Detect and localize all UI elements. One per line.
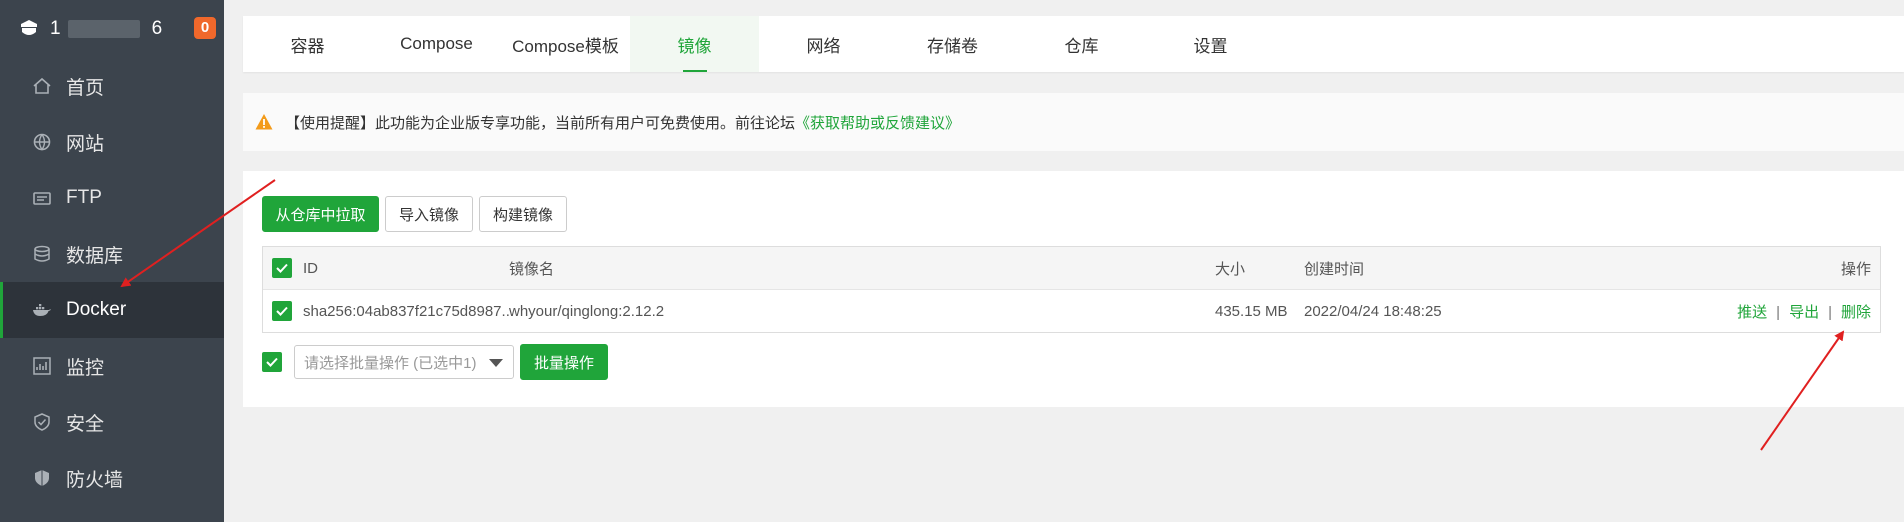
image-created: 2022/04/24 18:48:25 xyxy=(1304,302,1442,320)
tab-volumes[interactable]: 存储卷 xyxy=(888,16,1017,72)
pull-from-registry-button[interactable]: 从仓库中拉取 xyxy=(262,196,379,232)
header-image-name: 镜像名 xyxy=(509,260,555,278)
batch-select-placeholder: 请选择批量操作 (已选中1) xyxy=(304,354,477,372)
delete-link[interactable]: 删除 xyxy=(1841,304,1871,321)
docker-icon xyxy=(32,300,52,320)
header-size: 大小 xyxy=(1215,260,1246,278)
sidebar-item-security[interactable]: 安全 xyxy=(0,394,224,450)
row-actions: 推送 | 导出 | 删除 xyxy=(1737,301,1871,322)
sidebar-item-firewall[interactable]: 防火墙 xyxy=(0,450,224,506)
image-name: whyour/qinglong:2.12.2 xyxy=(509,302,665,320)
batch-select-checkbox[interactable] xyxy=(262,352,282,372)
home-icon xyxy=(32,76,52,96)
sidebar-item-label: 防火墙 xyxy=(66,469,124,491)
push-link[interactable]: 推送 xyxy=(1737,304,1767,321)
database-icon xyxy=(32,244,52,264)
tab-compose-templates[interactable]: Compose模板 xyxy=(501,16,630,72)
sidebar-item-monitor[interactable]: 监控 xyxy=(0,338,224,394)
batch-bar: 请选择批量操作 (已选中1) 批量操作 xyxy=(262,344,608,380)
image-id: sha256:04ab837f21c75d8987... xyxy=(303,302,515,320)
separator: | xyxy=(1828,303,1832,321)
tab-networks[interactable]: 网络 xyxy=(759,16,888,72)
tab-registry[interactable]: 仓库 xyxy=(1017,16,1146,72)
sidebar-item-label: Docker xyxy=(66,299,127,320)
sidebar-item-label: 安全 xyxy=(66,413,105,435)
firewall-icon xyxy=(32,468,52,488)
sidebar: 1 6 0 首页 网站 FTP 数据库 Docker 监控 安全 防火墙 xyxy=(0,0,224,522)
import-image-button[interactable]: 导入镜像 xyxy=(385,196,473,232)
row-checkbox[interactable] xyxy=(272,301,292,321)
server-ip-prefix: 1 xyxy=(50,18,62,39)
check-icon xyxy=(266,357,278,367)
header-id: ID xyxy=(303,259,318,277)
shield-icon xyxy=(32,412,52,432)
server-header: 1 6 0 xyxy=(0,0,224,58)
chevron-down-icon xyxy=(489,359,503,367)
server-ip: 1 6 xyxy=(50,18,163,40)
tab-settings[interactable]: 设置 xyxy=(1146,16,1275,72)
build-image-button[interactable]: 构建镜像 xyxy=(479,196,567,232)
check-icon xyxy=(276,306,288,316)
ftp-icon xyxy=(32,188,52,208)
sidebar-item-ftp[interactable]: FTP xyxy=(0,170,224,226)
image-size: 435.15 MB xyxy=(1215,302,1288,320)
table-row: sha256:04ab837f21c75d8987... whyour/qing… xyxy=(263,290,1880,332)
export-link[interactable]: 导出 xyxy=(1789,304,1819,321)
panel-logo-icon xyxy=(18,18,40,40)
tab-compose[interactable]: Compose xyxy=(372,16,501,72)
docker-tabs: 容器 Compose Compose模板 镜像 网络 存储卷 仓库 设置 xyxy=(243,16,1904,72)
sidebar-item-docker[interactable]: Docker xyxy=(0,282,224,338)
images-panel: 从仓库中拉取 导入镜像 构建镜像 ID 镜像名 大小 创建时间 操作 sha25… xyxy=(243,171,1904,407)
sidebar-item-label: 首页 xyxy=(66,77,105,99)
images-table: ID 镜像名 大小 创建时间 操作 sha256:04ab837f21c75d8… xyxy=(262,246,1881,333)
sidebar-item-website[interactable]: 网站 xyxy=(0,114,224,170)
tab-images[interactable]: 镜像 xyxy=(630,16,759,72)
separator: | xyxy=(1776,303,1781,321)
sidebar-item-label: 数据库 xyxy=(66,245,124,267)
sidebar-item-home[interactable]: 首页 xyxy=(0,58,224,114)
batch-action-select[interactable]: 请选择批量操作 (已选中1) xyxy=(294,345,514,379)
select-all-checkbox[interactable] xyxy=(272,258,292,278)
header-created: 创建时间 xyxy=(1304,260,1365,278)
globe-icon xyxy=(32,132,52,152)
sidebar-item-database[interactable]: 数据库 xyxy=(0,226,224,282)
tab-containers[interactable]: 容器 xyxy=(243,16,372,72)
help-feedback-link[interactable]: 《获取帮助或反馈建议》 xyxy=(795,112,960,133)
check-icon xyxy=(276,263,288,273)
redacted-ip xyxy=(67,20,140,38)
notice-text: 【使用提醒】此功能为企业版专享功能，当前所有用户可免费使用。前往论坛 xyxy=(285,114,796,132)
sidebar-menu: 首页 网站 FTP 数据库 Docker 监控 安全 防火墙 xyxy=(0,58,224,506)
sidebar-item-label: 网站 xyxy=(66,133,105,155)
warning-icon xyxy=(255,113,273,131)
message-badge[interactable]: 0 xyxy=(194,17,216,39)
table-header: ID 镜像名 大小 创建时间 操作 xyxy=(263,247,1880,290)
header-actions: 操作 xyxy=(1840,260,1871,278)
server-ip-suffix: 6 xyxy=(151,18,164,39)
usage-notice: 【使用提醒】此功能为企业版专享功能，当前所有用户可免费使用。前往论坛 《获取帮助… xyxy=(243,93,1904,151)
sidebar-item-label: 监控 xyxy=(66,357,105,379)
monitor-icon xyxy=(32,356,52,376)
batch-operate-button[interactable]: 批量操作 xyxy=(520,344,608,380)
sidebar-item-label: FTP xyxy=(66,187,102,208)
